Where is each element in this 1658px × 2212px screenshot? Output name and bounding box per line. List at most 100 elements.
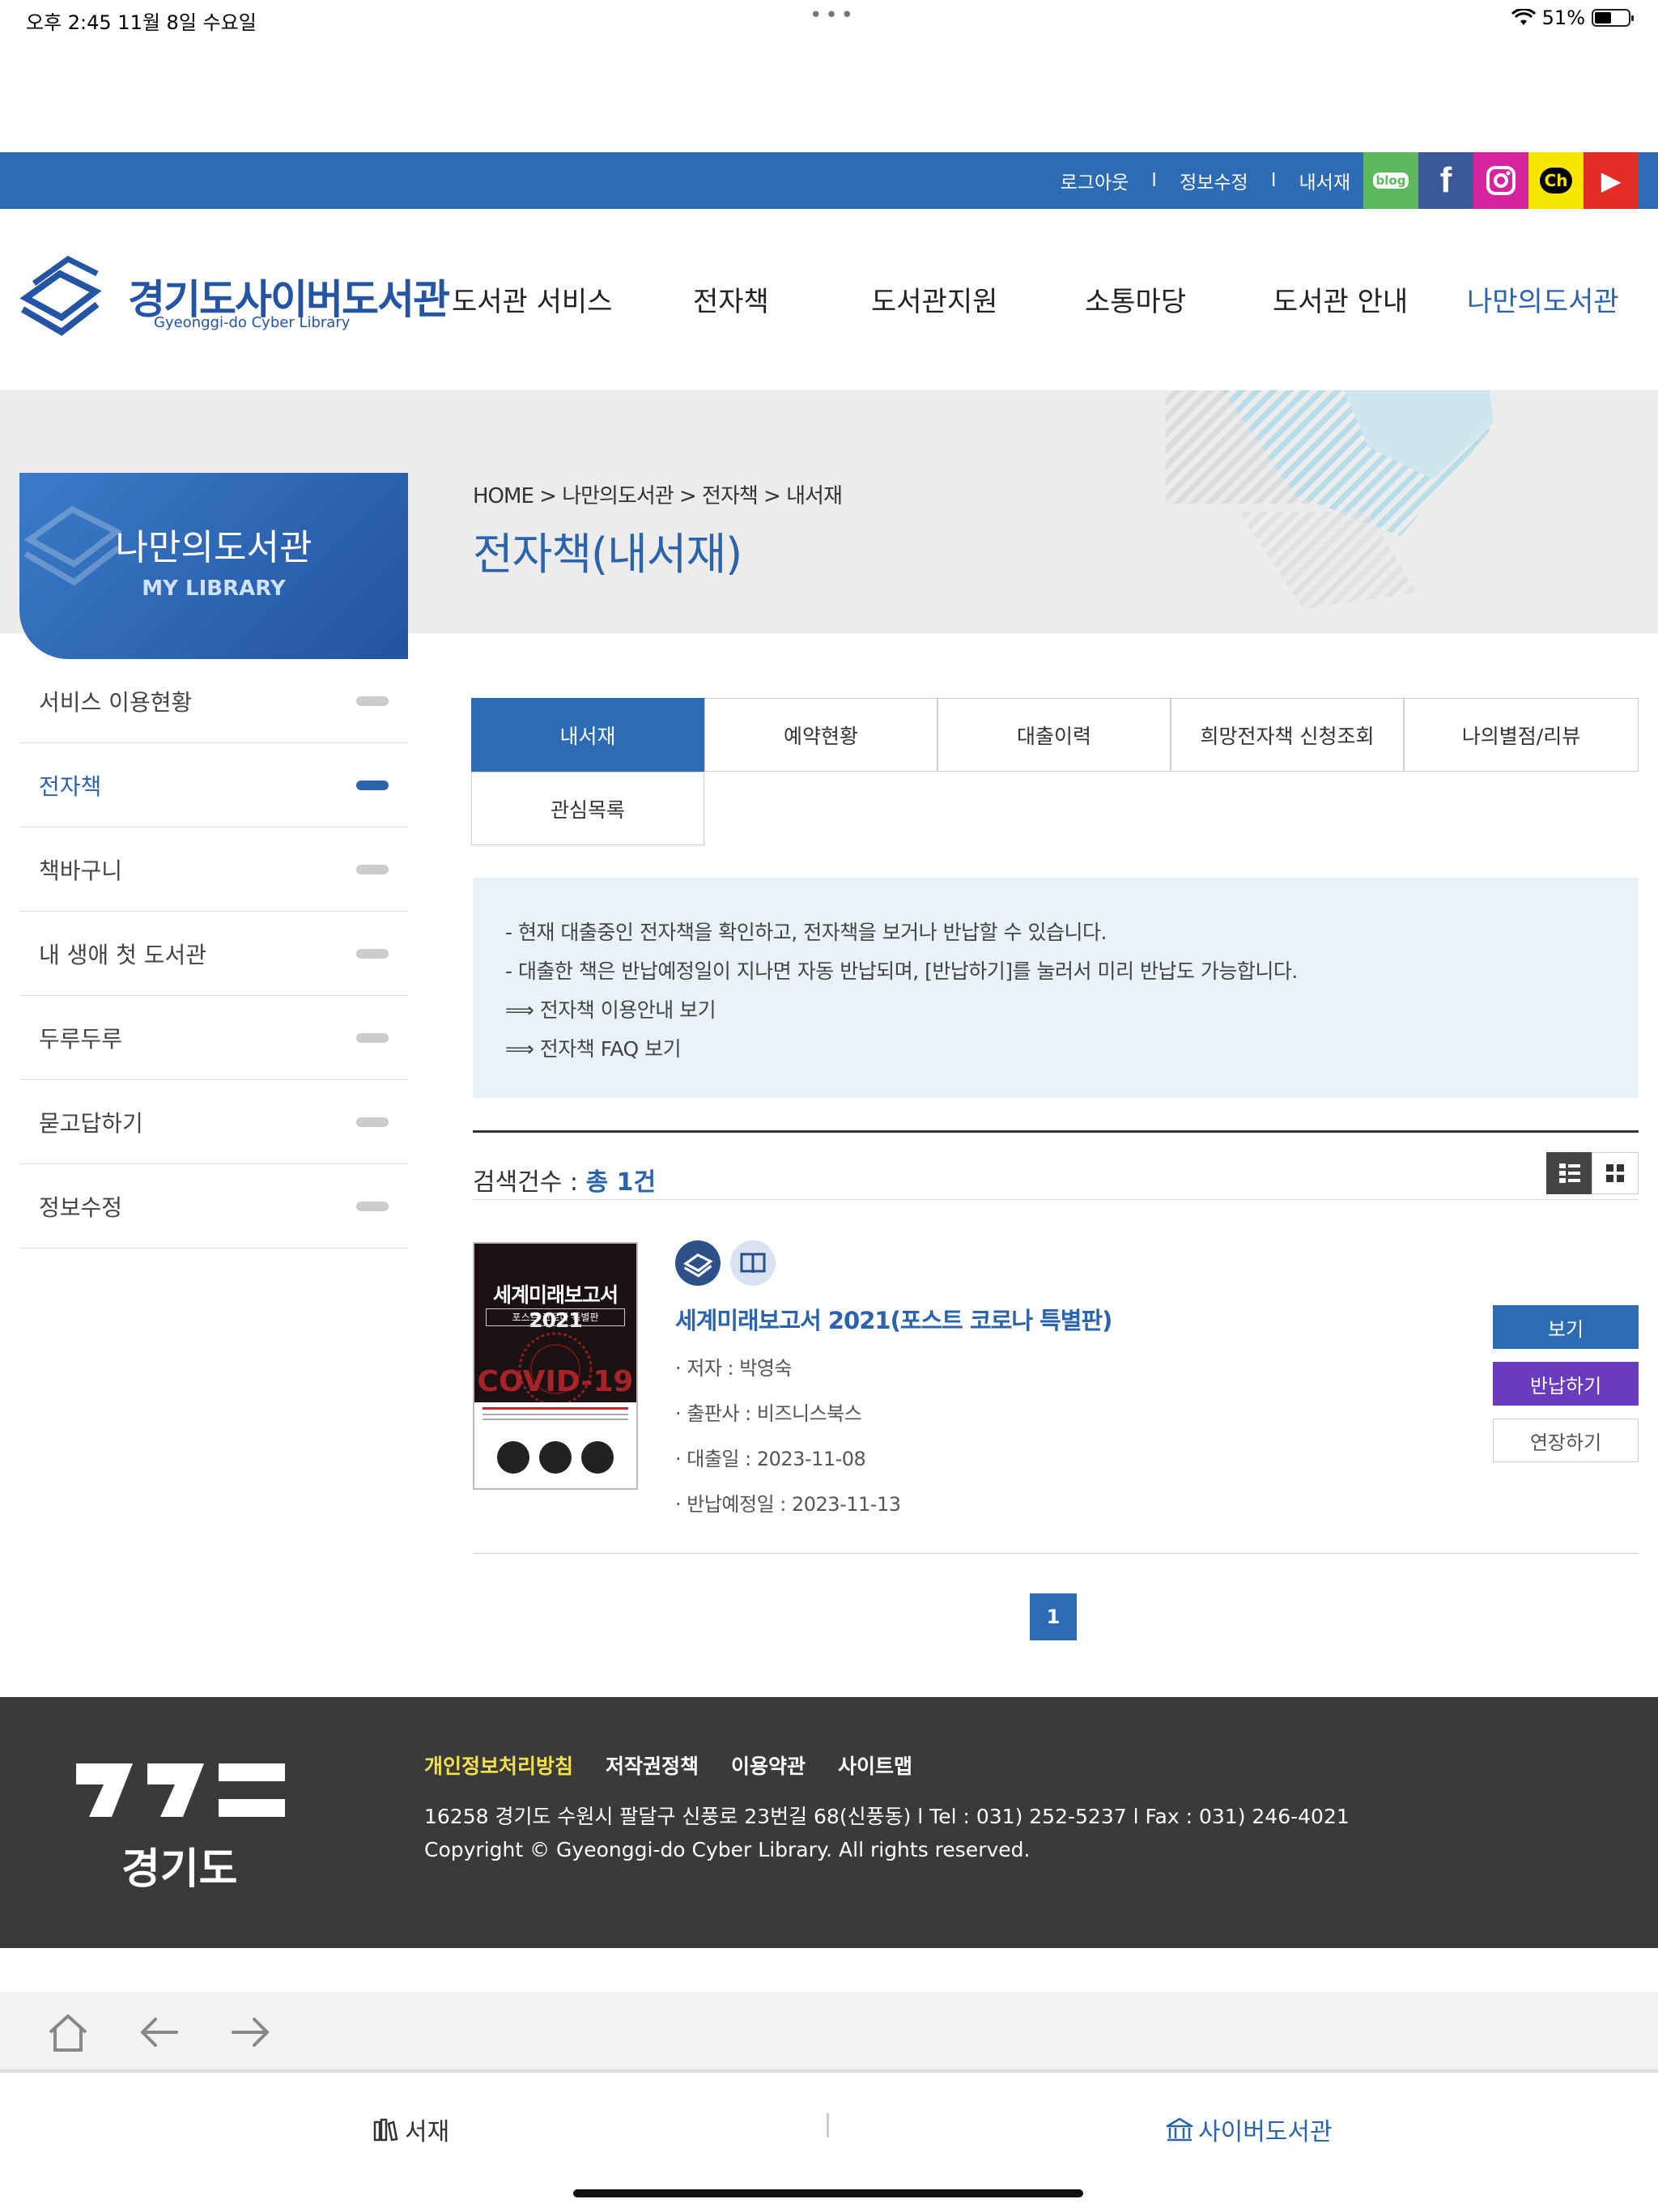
sidebar-item-book-basket[interactable]: 책바구니 bbox=[19, 827, 408, 912]
dash-icon bbox=[356, 780, 389, 790]
ebook-faq-link[interactable]: ⟹ 전자책 FAQ 보기 bbox=[505, 1030, 1606, 1069]
tab-my-shelf[interactable]: 내서재 bbox=[471, 698, 704, 772]
sidebar-item-label: 두루두루 bbox=[39, 1025, 123, 1053]
view-button[interactable]: 보기 bbox=[1493, 1305, 1639, 1349]
instagram-icon[interactable] bbox=[1473, 152, 1528, 209]
tab-cyber-label: 사이버도서관 bbox=[1198, 2118, 1333, 2146]
dash-icon bbox=[356, 1117, 389, 1127]
battery-icon bbox=[1592, 9, 1634, 27]
sidebar-item-service-status[interactable]: 서비스 이용현황 bbox=[19, 659, 408, 743]
home-indicator[interactable] bbox=[573, 2189, 1083, 2197]
tab-favorites[interactable]: 관심목록 bbox=[471, 772, 704, 845]
ebook-tabs: 내서재 예약현황 대출이력 희망전자책 신청조회 나의별점/리뷰 관심목록 bbox=[471, 698, 1639, 845]
return-button[interactable]: 반납하기 bbox=[1493, 1362, 1639, 1406]
cover-bottom-band bbox=[474, 1402, 636, 1488]
grid-view-icon[interactable] bbox=[1592, 1152, 1639, 1194]
sidebar-item-qna[interactable]: 묻고답하기 bbox=[19, 1080, 408, 1164]
privacy-policy-link[interactable]: 개인정보처리방침 bbox=[424, 1750, 573, 1780]
tab-wish-requests[interactable]: 희망전자책 신청조회 bbox=[1171, 698, 1404, 772]
sidebar-subtitle: MY LIBRARY bbox=[142, 576, 286, 601]
book-title-link[interactable]: 세계미래보고서 2021(포스트 코로나 특별판) bbox=[675, 1302, 1112, 1336]
site-logo[interactable]: 경기도사이버도서관 Gyeonggi-do Cyber Library bbox=[18, 248, 450, 345]
top-utility-bar: 로그아웃 I 정보수정 I 내서재 blog f Ch ▶ bbox=[0, 152, 1658, 209]
gyeonggi-logo: 경기도 bbox=[73, 1754, 300, 1899]
open-book-icon bbox=[730, 1240, 776, 1286]
ebook-guide-link[interactable]: ⟹ 전자책 이용안내 보기 bbox=[505, 991, 1606, 1030]
nav-library-guide[interactable]: 도서관 안내 bbox=[1273, 279, 1408, 319]
wifi-icon bbox=[1511, 9, 1536, 25]
gyeonggi-symbol-icon bbox=[76, 1763, 285, 1817]
extend-button[interactable]: 연장하기 bbox=[1493, 1419, 1639, 1462]
sidebar-item-label: 묻고답하기 bbox=[39, 1109, 143, 1137]
book-author: · 저자 : 박영숙 bbox=[675, 1357, 793, 1380]
tab-loan-history[interactable]: 대출이력 bbox=[937, 698, 1171, 772]
tab-reservations[interactable]: 예약현황 bbox=[704, 698, 937, 772]
ebook-type-icon bbox=[675, 1240, 721, 1286]
nav-ebook[interactable]: 전자책 bbox=[693, 279, 769, 319]
list-view-icon[interactable] bbox=[1546, 1152, 1593, 1194]
main-nav: 도서관 서비스 전자책 도서관지원 소통마당 도서관 안내 나만의도서관 bbox=[437, 279, 1635, 328]
sidebar-item-durudurU[interactable]: 두루두루 bbox=[19, 996, 408, 1080]
cover-subtitle: 포스트 코로나 특별판 bbox=[486, 1308, 625, 1326]
sidebar-item-label: 서비스 이용현황 bbox=[39, 688, 193, 716]
kakao-channel-icon[interactable]: Ch bbox=[1528, 152, 1584, 209]
book-due-date: · 반납예정일 : 2023-11-13 bbox=[675, 1493, 901, 1516]
status-bar: 오후 2:45 11월 8일 수요일 ••• 51% bbox=[0, 0, 1658, 39]
divider bbox=[827, 2113, 829, 2138]
home-icon[interactable] bbox=[44, 2010, 92, 2055]
divider: I bbox=[1151, 170, 1158, 191]
blog-icon[interactable]: blog bbox=[1363, 152, 1418, 209]
nav-library-service[interactable]: 도서관 서비스 bbox=[452, 279, 613, 319]
forward-arrow-icon[interactable] bbox=[227, 2010, 275, 2055]
tab-ratings-reviews[interactable]: 나의별점/리뷰 bbox=[1404, 698, 1639, 772]
sidebar-item-label: 책바구니 bbox=[39, 857, 123, 884]
copyright-policy-link[interactable]: 저작권정책 bbox=[606, 1750, 699, 1780]
info-box: - 현재 대출중인 전자책을 확인하고, 전자책을 보거나 반납할 수 있습니다… bbox=[473, 878, 1639, 1098]
edit-info-link[interactable]: 정보수정 bbox=[1180, 167, 1248, 194]
nav-library-support[interactable]: 도서관지원 bbox=[871, 279, 997, 319]
sitemap-link[interactable]: 사이트맵 bbox=[838, 1750, 912, 1780]
sidebar-item-label: 전자책 bbox=[39, 772, 102, 800]
sidebar-header: 나만의도서관 MY LIBRARY bbox=[19, 473, 408, 659]
dash-icon bbox=[356, 696, 389, 706]
nav-my-library[interactable]: 나만의도서관 bbox=[1467, 279, 1619, 319]
gyeonggi-logo-text: 경기도 bbox=[121, 1845, 238, 1894]
status-time: 오후 2:45 11월 8일 수요일 bbox=[26, 11, 257, 34]
breadcrumb: HOME > 나만의도서관 > 전자책 > 내서재 bbox=[473, 484, 843, 508]
result-count: 검색건수 : 총 1건 bbox=[473, 1168, 657, 1197]
result-header: 검색건수 : 총 1건 bbox=[473, 1130, 1639, 1200]
dash-icon bbox=[356, 864, 389, 874]
pagination-page[interactable]: 1 bbox=[1030, 1593, 1077, 1640]
facebook-icon[interactable]: f bbox=[1418, 152, 1473, 209]
sidebar-item-label: 내 생애 첫 도서관 bbox=[39, 941, 207, 968]
dash-icon bbox=[356, 1032, 389, 1043]
footer: 경기도 개인정보처리방침 저작권정책 이용약관 사이트맵 16258 경기도 수… bbox=[0, 1697, 1658, 1948]
browser-toolbar bbox=[0, 1992, 1658, 2073]
divider: I bbox=[1270, 170, 1277, 191]
info-text: - 현재 대출중인 전자책을 확인하고, 전자책을 보거나 반납할 수 있습니다… bbox=[505, 921, 1107, 944]
sidebar-item-label: 정보수정 bbox=[39, 1193, 123, 1221]
sidebar-item-ebook[interactable]: 전자책 bbox=[19, 743, 408, 827]
page-title: 전자책(내서재) bbox=[473, 529, 742, 580]
hexagon-decoration bbox=[1166, 390, 1494, 609]
back-arrow-icon[interactable] bbox=[134, 2010, 183, 2055]
cover-covid-text: COVID-19 bbox=[477, 1365, 634, 1398]
sidebar-item-edit-info[interactable]: 정보수정 bbox=[19, 1164, 408, 1249]
sidebar-item-first-library[interactable]: 내 생애 첫 도서관 bbox=[19, 912, 408, 996]
tab-cyber-library[interactable]: 사이버도서관 bbox=[1166, 2112, 1333, 2147]
nav-community[interactable]: 소통마당 bbox=[1085, 279, 1186, 319]
book-loan-date: · 대출일 : 2023-11-08 bbox=[675, 1448, 866, 1470]
my-shelf-link[interactable]: 내서재 bbox=[1299, 167, 1350, 194]
bookshelf-icon bbox=[373, 2118, 398, 2142]
logout-link[interactable]: 로그아웃 bbox=[1061, 167, 1129, 194]
sidebar-menu: 서비스 이용현황 전자책 책바구니 내 생애 첫 도서관 두루두루 묻고답하기 … bbox=[19, 659, 408, 1249]
book-cover[interactable]: 세계미래보고서 2021 포스트 코로나 특별판 COVID-19 bbox=[473, 1242, 638, 1490]
multitask-dots-icon[interactable]: ••• bbox=[810, 3, 857, 28]
dash-icon bbox=[356, 948, 389, 959]
tab-shelf-label: 서재 bbox=[405, 2118, 450, 2146]
dash-icon bbox=[356, 1201, 389, 1211]
youtube-icon[interactable]: ▶ bbox=[1584, 152, 1639, 209]
tab-shelf[interactable]: 서재 bbox=[372, 2112, 449, 2147]
footer-copyright: Copyright © Gyeonggi-do Cyber Library. A… bbox=[424, 1838, 1031, 1861]
terms-link[interactable]: 이용약관 bbox=[731, 1750, 806, 1780]
